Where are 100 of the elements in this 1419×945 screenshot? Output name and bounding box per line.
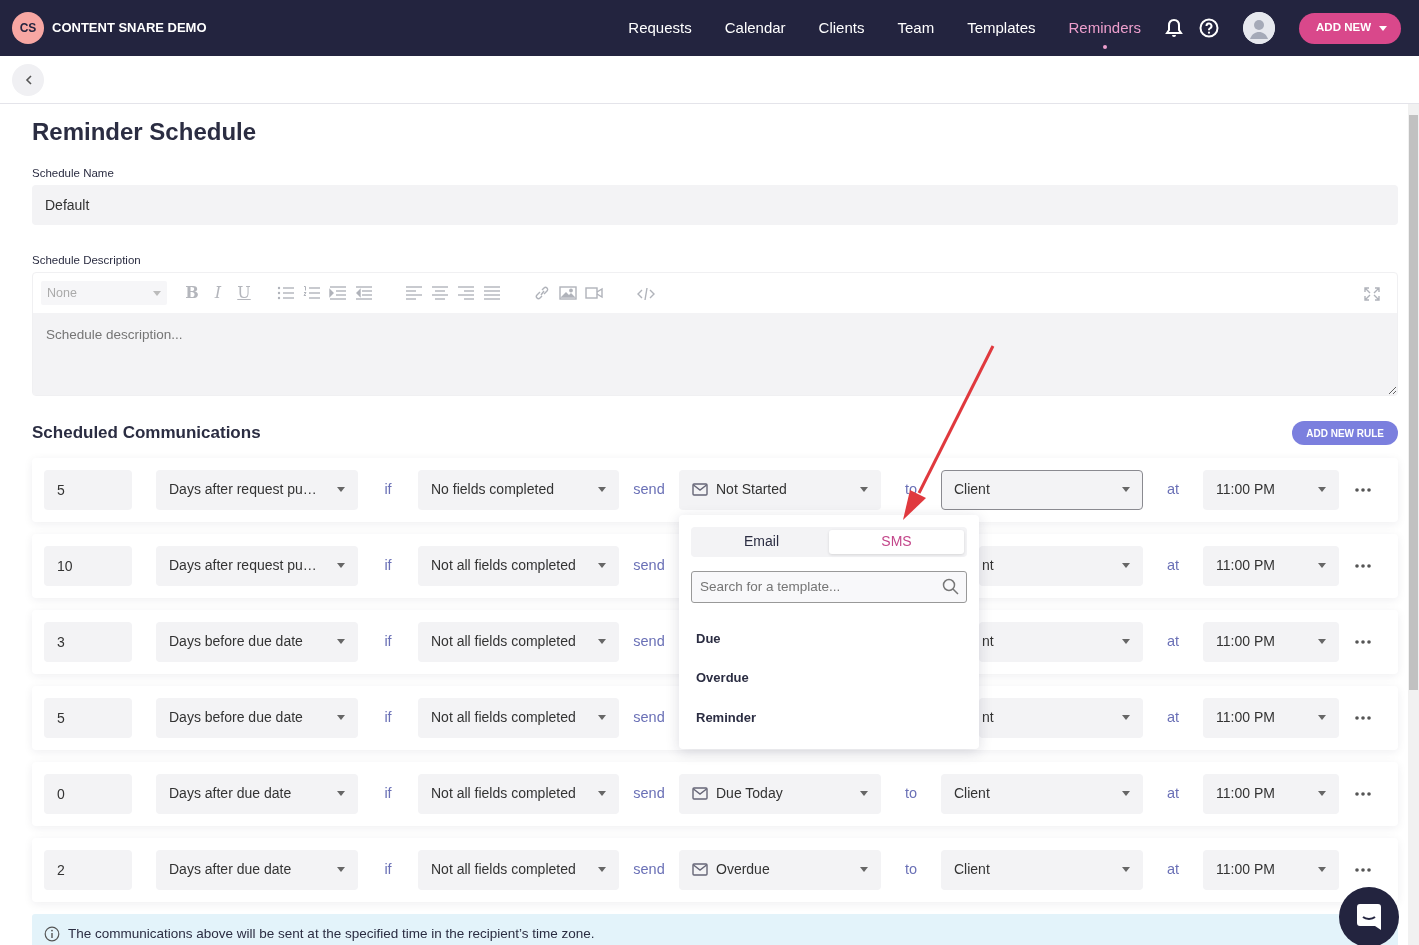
back-button[interactable] xyxy=(12,63,44,96)
condition-select[interactable]: Not all fields completed xyxy=(418,621,619,662)
recipient-select[interactable]: nt xyxy=(979,545,1143,586)
picker-tab[interactable]: Email xyxy=(694,529,829,554)
recipient-select[interactable]: Client xyxy=(941,849,1143,890)
condition-select[interactable]: Not all fields completed xyxy=(418,545,619,586)
nav-link[interactable]: Templates xyxy=(967,6,1036,50)
add-new-button[interactable]: ADD NEW xyxy=(1299,12,1401,44)
code-icon[interactable] xyxy=(637,286,655,303)
time-select[interactable]: 11:00 PM xyxy=(1203,545,1339,586)
connector-text: if xyxy=(383,859,393,879)
amount-field[interactable]: 10 xyxy=(44,545,132,586)
condition-select[interactable]: Not all fields completed xyxy=(418,697,619,738)
connector-text: at xyxy=(1165,631,1181,651)
envelope-icon xyxy=(692,863,708,877)
image-icon[interactable] xyxy=(559,285,577,302)
app-name: CONTENT SNARE DEMO xyxy=(52,19,207,38)
caret-icon xyxy=(1122,791,1130,797)
timing-select[interactable]: Days after request pu… xyxy=(156,469,358,510)
link-icon[interactable] xyxy=(533,285,551,302)
scrollbar-thumb[interactable] xyxy=(1409,115,1418,690)
condition-select[interactable]: Not all fields completed xyxy=(418,849,619,890)
description-field[interactable]: Schedule description... xyxy=(33,313,1397,396)
connector-text: if xyxy=(383,707,393,727)
timing-select[interactable]: Days after due date xyxy=(156,849,358,890)
envelope-icon xyxy=(692,787,708,801)
field-label: Schedule Name xyxy=(32,165,115,181)
connector-text: send xyxy=(632,859,666,879)
template-select[interactable]: Not Started xyxy=(679,469,881,510)
avatar[interactable] xyxy=(1243,12,1276,44)
more-options-icon[interactable] xyxy=(1355,563,1371,568)
amount-field[interactable]: 5 xyxy=(44,697,132,738)
chevron-left-icon xyxy=(24,74,32,85)
bell-icon[interactable] xyxy=(1165,18,1184,38)
amount-field[interactable]: 2 xyxy=(44,849,132,890)
template-select[interactable]: Overdue xyxy=(679,849,881,890)
align-right-icon[interactable] xyxy=(457,285,475,302)
more-options-icon[interactable] xyxy=(1355,791,1371,796)
connector-text: at xyxy=(1165,859,1181,879)
numbered-list-icon[interactable] xyxy=(303,285,321,302)
bullet-list-icon[interactable] xyxy=(277,285,295,302)
timing-select[interactable]: Days before due date xyxy=(156,697,358,738)
recipient-select[interactable]: Client xyxy=(941,469,1143,510)
amount-field[interactable]: 3 xyxy=(44,621,132,662)
template-option[interactable]: Due xyxy=(691,618,967,659)
connector-text: send xyxy=(632,631,666,651)
nav-link[interactable]: Reminders xyxy=(1068,6,1142,50)
more-options-icon[interactable] xyxy=(1355,715,1371,720)
search-icon xyxy=(942,577,959,595)
connector-text: if xyxy=(383,631,393,651)
caret-icon xyxy=(337,867,345,873)
caret-icon xyxy=(1318,639,1326,645)
picker-tab[interactable]: SMS xyxy=(829,529,964,554)
nav-link[interactable]: Requests xyxy=(628,6,692,50)
help-icon[interactable] xyxy=(1199,18,1220,38)
recipient-select[interactable]: nt xyxy=(979,621,1143,662)
condition-select[interactable]: Not all fields completed xyxy=(418,773,619,814)
recipient-select[interactable]: Client xyxy=(941,773,1143,814)
nav-link[interactable]: Team xyxy=(897,6,935,50)
nav-link[interactable]: Calendar xyxy=(724,6,786,50)
more-options-icon[interactable] xyxy=(1355,867,1371,872)
field-label: Schedule Description xyxy=(32,253,142,269)
caret-icon xyxy=(598,867,606,873)
time-select[interactable]: 11:00 PM xyxy=(1203,697,1339,738)
amount-field[interactable]: 5 xyxy=(44,469,132,510)
fullscreen-icon[interactable] xyxy=(1363,286,1381,303)
caret-icon xyxy=(598,715,606,721)
schedule-name-field[interactable]: Default xyxy=(32,185,1398,226)
align-center-icon[interactable] xyxy=(431,285,449,302)
align-left-icon[interactable] xyxy=(405,285,423,302)
template-search-field[interactable]: Search for a template... xyxy=(691,570,967,603)
timing-select[interactable]: Days before due date xyxy=(156,621,358,662)
more-options-icon[interactable] xyxy=(1355,487,1371,492)
caret-icon xyxy=(153,290,161,296)
more-options-icon[interactable] xyxy=(1355,639,1371,644)
template-option[interactable]: Overdue xyxy=(691,658,967,698)
video-camera-icon[interactable] xyxy=(585,285,603,302)
amount-field[interactable]: 0 xyxy=(44,773,132,814)
justify-icon[interactable] xyxy=(483,285,501,302)
condition-select[interactable]: No fields completed xyxy=(418,469,619,510)
indent-icon[interactable] xyxy=(329,285,347,302)
outdent-icon[interactable] xyxy=(355,285,373,302)
recipient-select[interactable]: nt xyxy=(979,697,1143,738)
logo[interactable]: CS xyxy=(12,12,44,44)
info-icon xyxy=(44,925,60,942)
timing-select[interactable]: Days after request pu… xyxy=(156,545,358,586)
template-select[interactable]: Due Today xyxy=(679,773,881,814)
caret-icon xyxy=(1122,867,1130,873)
caret-icon xyxy=(598,791,606,797)
time-select[interactable]: 11:00 PM xyxy=(1203,621,1339,662)
time-select[interactable]: 11:00 PM xyxy=(1203,849,1339,890)
time-select[interactable]: 11:00 PM xyxy=(1203,773,1339,814)
template-option[interactable]: Reminder xyxy=(691,697,967,738)
nav-link[interactable]: Clients xyxy=(818,6,865,50)
caret-icon xyxy=(337,563,345,569)
caret-icon xyxy=(1318,791,1326,797)
time-select[interactable]: 11:00 PM xyxy=(1203,469,1339,510)
connector-text: send xyxy=(632,479,666,499)
add-new-rule-button[interactable]: ADD NEW RULE xyxy=(1292,421,1398,446)
timing-select[interactable]: Days after due date xyxy=(156,773,358,814)
